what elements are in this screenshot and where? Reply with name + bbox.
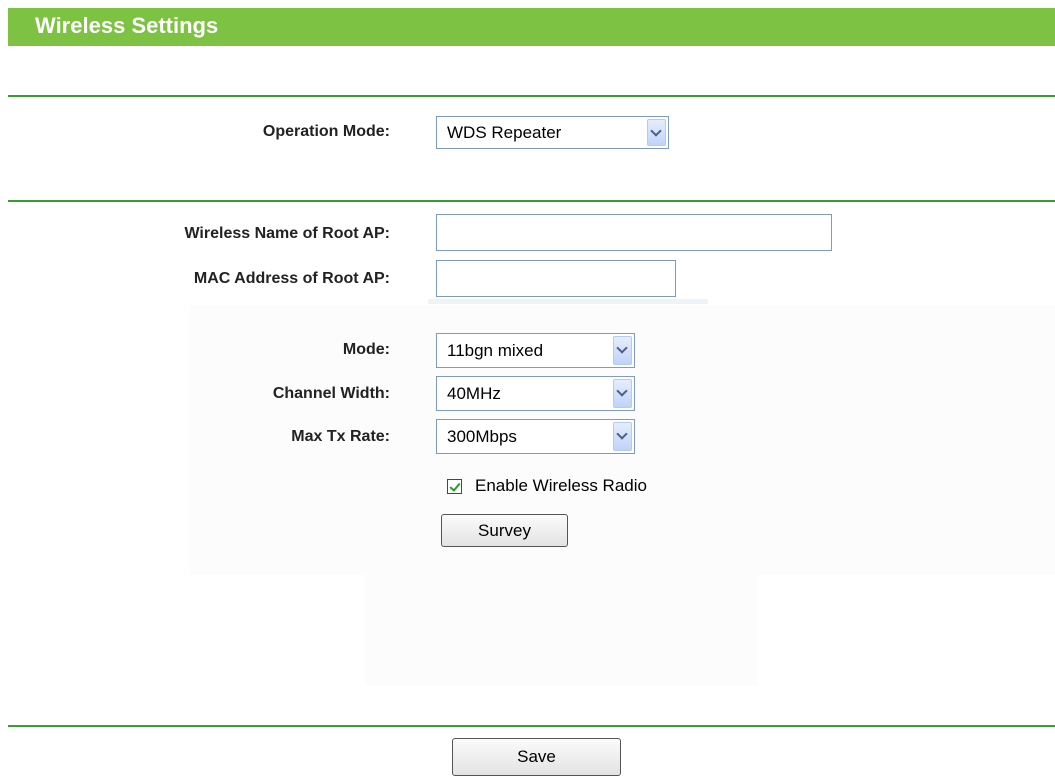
channel-width-value: 40MHz	[447, 383, 501, 403]
enable-radio-label: Enable Wireless Radio	[475, 476, 647, 495]
root-ap-ssid-input[interactable]	[436, 214, 832, 251]
max-tx-rate-value: 300Mbps	[447, 426, 517, 446]
max-tx-rate-label: Max Tx Rate:	[291, 428, 390, 445]
section-header: Wireless Settings	[8, 8, 1055, 46]
mode-label: Mode:	[342, 341, 390, 358]
chevron-down-icon[interactable]	[613, 379, 632, 408]
chevron-down-icon[interactable]	[647, 119, 666, 146]
operation-mode-value: WDS Repeater	[447, 122, 562, 142]
mode-value: 11bgn mixed	[447, 340, 544, 360]
page-title: Wireless Settings	[35, 13, 219, 38]
mode-select[interactable]: 11bgn mixed	[436, 333, 635, 368]
input-shadow	[428, 299, 708, 304]
survey-button[interactable]: Survey	[441, 514, 568, 547]
channel-width-select[interactable]: 40MHz	[436, 376, 635, 411]
divider	[8, 725, 1055, 727]
operation-mode-label: Operation Mode:	[262, 123, 390, 140]
panel-extension	[366, 575, 758, 685]
root-ap-mac-input[interactable]	[436, 260, 676, 297]
chevron-down-icon[interactable]	[613, 422, 632, 451]
chevron-down-icon[interactable]	[613, 336, 632, 365]
save-button[interactable]: Save	[452, 738, 621, 776]
operation-mode-select[interactable]: WDS Repeater	[436, 116, 669, 149]
max-tx-rate-select[interactable]: 300Mbps	[436, 419, 635, 454]
root-ap-mac-label: MAC Address of Root AP:	[193, 270, 390, 287]
root-ap-ssid-label: Wireless Name of Root AP:	[184, 225, 390, 242]
enable-radio-checkbox[interactable]	[447, 479, 462, 494]
divider	[8, 200, 1055, 202]
channel-width-label: Channel Width:	[272, 385, 390, 402]
divider	[8, 95, 1055, 97]
